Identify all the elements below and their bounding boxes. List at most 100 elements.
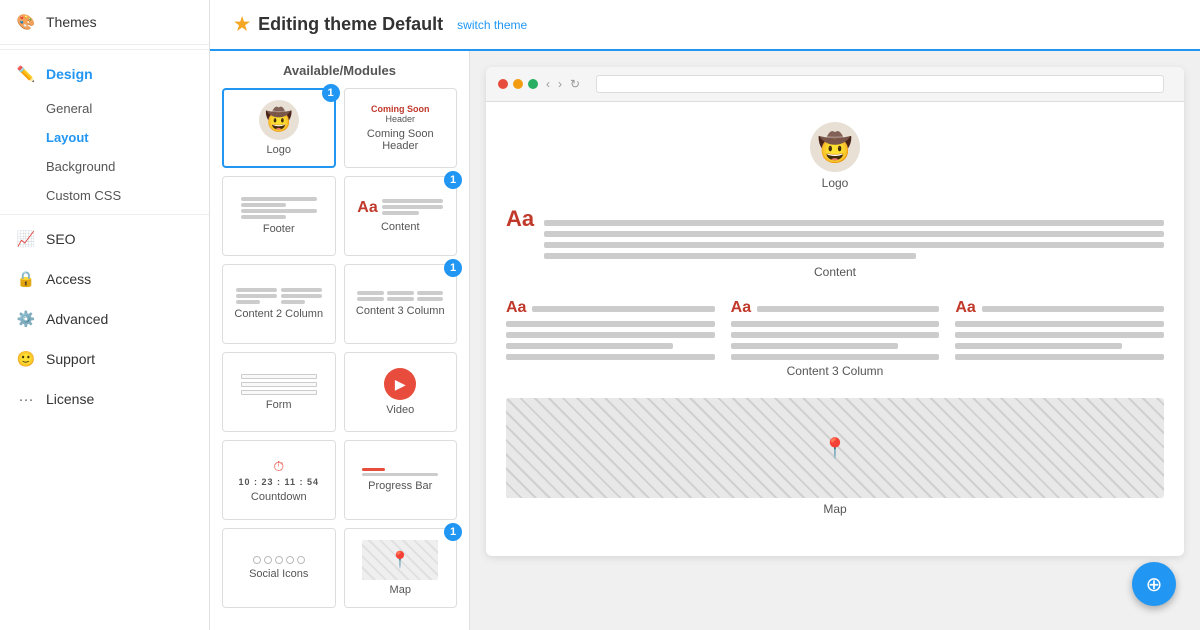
module-content3col[interactable]: 1	[344, 264, 458, 344]
c2l1	[757, 306, 939, 312]
preview-content-block: Aa Content	[506, 206, 1164, 279]
module-logo-label: Logo	[267, 144, 291, 156]
a2	[357, 297, 384, 301]
subnav-general[interactable]: General	[46, 94, 209, 123]
preview-3col: Aa	[506, 299, 1164, 360]
module-content2col[interactable]: Content 2 Column	[222, 264, 336, 344]
3col1	[357, 291, 384, 301]
module-content3col-label: Content 3 Column	[356, 305, 445, 317]
sidebar-seo-item[interactable]: 📈 SEO	[0, 219, 209, 259]
module-form-label: Form	[266, 399, 292, 411]
sidebar-advanced-item[interactable]: ⚙️ Advanced	[0, 299, 209, 339]
preview-col1: Aa	[506, 299, 715, 360]
sidebar-support-item[interactable]: 🙂 Support	[0, 339, 209, 379]
module-countdown[interactable]: ⏱ 10 : 23 : 11 : 54 Countdown	[222, 440, 336, 520]
3col2	[387, 291, 414, 301]
col3-aa: Aa	[955, 299, 975, 317]
video-play-icon: ▶	[384, 368, 416, 400]
c1b1	[506, 321, 715, 327]
modules-panel: Available/Modules 🤠 Logo 1 Coming Soon H…	[210, 51, 470, 630]
gear-icon: ⚙️	[16, 309, 36, 329]
module-video-label: Video	[386, 404, 414, 416]
subnav-background[interactable]: Background	[46, 152, 209, 181]
line1	[241, 197, 317, 201]
module-map-label: Map	[390, 584, 411, 596]
preview-map: 📍	[506, 398, 1164, 498]
c2b2	[731, 332, 940, 338]
ff1	[241, 374, 317, 379]
b2	[387, 297, 414, 301]
support-label: Support	[46, 351, 95, 367]
browser-dot-yellow	[513, 79, 523, 89]
star-icon: ★	[234, 14, 250, 35]
module-content2col-label: Content 2 Column	[234, 308, 323, 320]
col2-aa: Aa	[731, 299, 751, 317]
browser-dot-red	[498, 79, 508, 89]
design-icon: ✏️	[16, 64, 36, 84]
page-title: ★ Editing theme Default switch theme	[234, 14, 527, 35]
license-icon: ···	[16, 389, 36, 409]
browser-controls: ‹ › ↻	[546, 77, 580, 91]
main-header: ★ Editing theme Default switch theme	[210, 0, 1200, 51]
col1-lines	[532, 306, 714, 312]
s1	[253, 556, 261, 564]
switch-theme-link[interactable]: switch theme	[457, 18, 527, 32]
design-subnav: General Layout Background Custom CSS	[0, 94, 209, 210]
map-thumbnail: 📍	[362, 540, 438, 580]
countdown-time: 10 : 23 : 11 : 54	[238, 477, 319, 487]
preview-map-block: 📍 Map	[506, 398, 1164, 516]
preview-content-label: Content	[506, 265, 1164, 279]
b1	[387, 291, 414, 295]
form-thumbnail	[241, 374, 317, 395]
preview-map-label: Map	[506, 502, 1164, 516]
c3b2	[955, 332, 1164, 338]
subnav-layout[interactable]: Layout	[46, 123, 209, 152]
content-thumbnail: Aa	[357, 199, 443, 217]
module-map[interactable]: 1 📍 Map	[344, 528, 458, 608]
preview-aa-icon: Aa	[506, 206, 534, 232]
content-lines	[382, 199, 443, 215]
module-logo[interactable]: 🤠 Logo 1	[222, 88, 336, 168]
preview-content: 🤠 Logo Aa	[486, 102, 1184, 556]
preview-content-lines	[544, 220, 1164, 259]
help-fab[interactable]: ⊕	[1132, 562, 1176, 606]
map-pin-icon: 📍	[823, 436, 848, 461]
content-badge: 1	[444, 171, 462, 189]
advanced-label: Advanced	[46, 311, 108, 327]
sidebar-license-item[interactable]: ··· License	[0, 379, 209, 419]
modules-title: Available/Modules	[222, 63, 457, 78]
divider2	[0, 214, 209, 215]
module-coming-soon[interactable]: Coming Soon Header Coming Soon Header	[344, 88, 458, 168]
modules-grid: 🤠 Logo 1 Coming Soon Header Coming Soon …	[222, 88, 457, 608]
coming-soon-sub: Header	[385, 114, 415, 124]
t4	[281, 288, 322, 292]
c1b3	[506, 343, 673, 349]
col2-body	[731, 321, 940, 360]
sidebar-access-item[interactable]: 🔒 Access	[0, 259, 209, 299]
module-social-label: Social Icons	[249, 568, 308, 580]
s4	[286, 556, 294, 564]
pcl3	[544, 242, 1164, 248]
help-icon: ⊕	[1146, 572, 1163, 597]
col1-body	[506, 321, 715, 360]
module-content-label: Content	[381, 221, 420, 233]
subnav-custom-css[interactable]: Custom CSS	[46, 181, 209, 210]
sidebar-themes-item[interactable]: 🎨 Themes	[0, 0, 209, 45]
sidebar-design-item[interactable]: ✏️ Design	[0, 54, 209, 94]
s5	[297, 556, 305, 564]
module-progress-label: Progress Bar	[368, 480, 432, 492]
preview-logo: 🤠	[810, 122, 860, 172]
content-aa: Aa	[357, 199, 377, 217]
cl1	[382, 199, 443, 203]
module-social[interactable]: Social Icons	[222, 528, 336, 608]
module-progress[interactable]: Progress Bar	[344, 440, 458, 520]
t3	[236, 300, 261, 304]
c3b1	[955, 321, 1164, 327]
module-video[interactable]: ▶ Video	[344, 352, 458, 432]
module-content[interactable]: 1 Aa Content	[344, 176, 458, 256]
module-footer[interactable]: Footer	[222, 176, 336, 256]
pcl2	[544, 231, 1164, 237]
module-form[interactable]: Form	[222, 352, 336, 432]
cl2	[382, 205, 443, 209]
c2b3	[731, 343, 898, 349]
